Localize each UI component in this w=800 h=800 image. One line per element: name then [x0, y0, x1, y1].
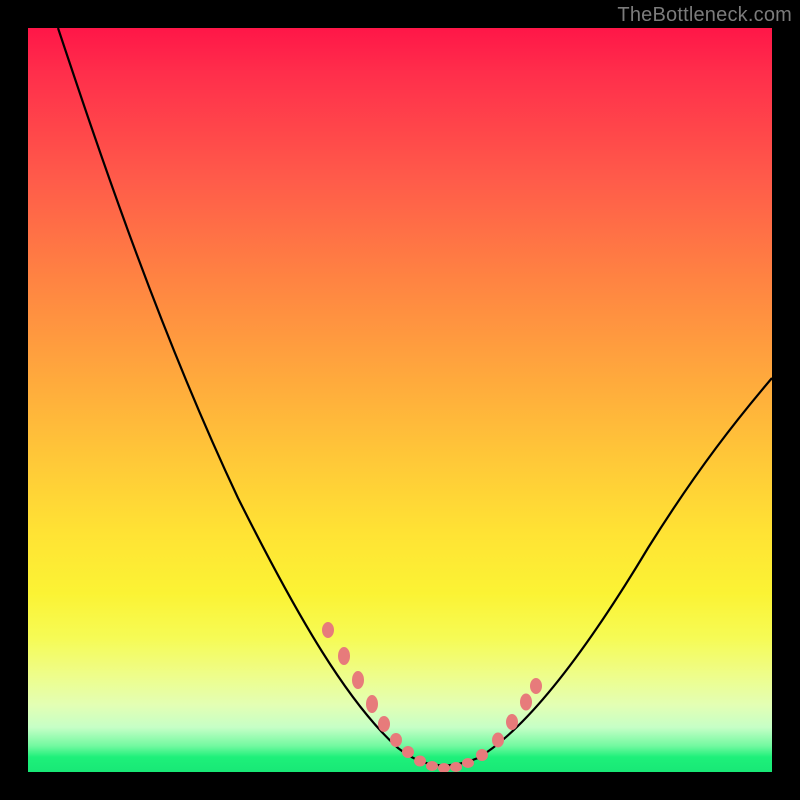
plot-area — [28, 28, 772, 772]
curve-svg — [28, 28, 772, 772]
watermark-text: TheBottleneck.com — [617, 4, 792, 27]
chart-frame: TheBottleneck.com — [0, 0, 800, 800]
curve-path — [58, 28, 772, 765]
highlighted-dots — [322, 622, 542, 772]
